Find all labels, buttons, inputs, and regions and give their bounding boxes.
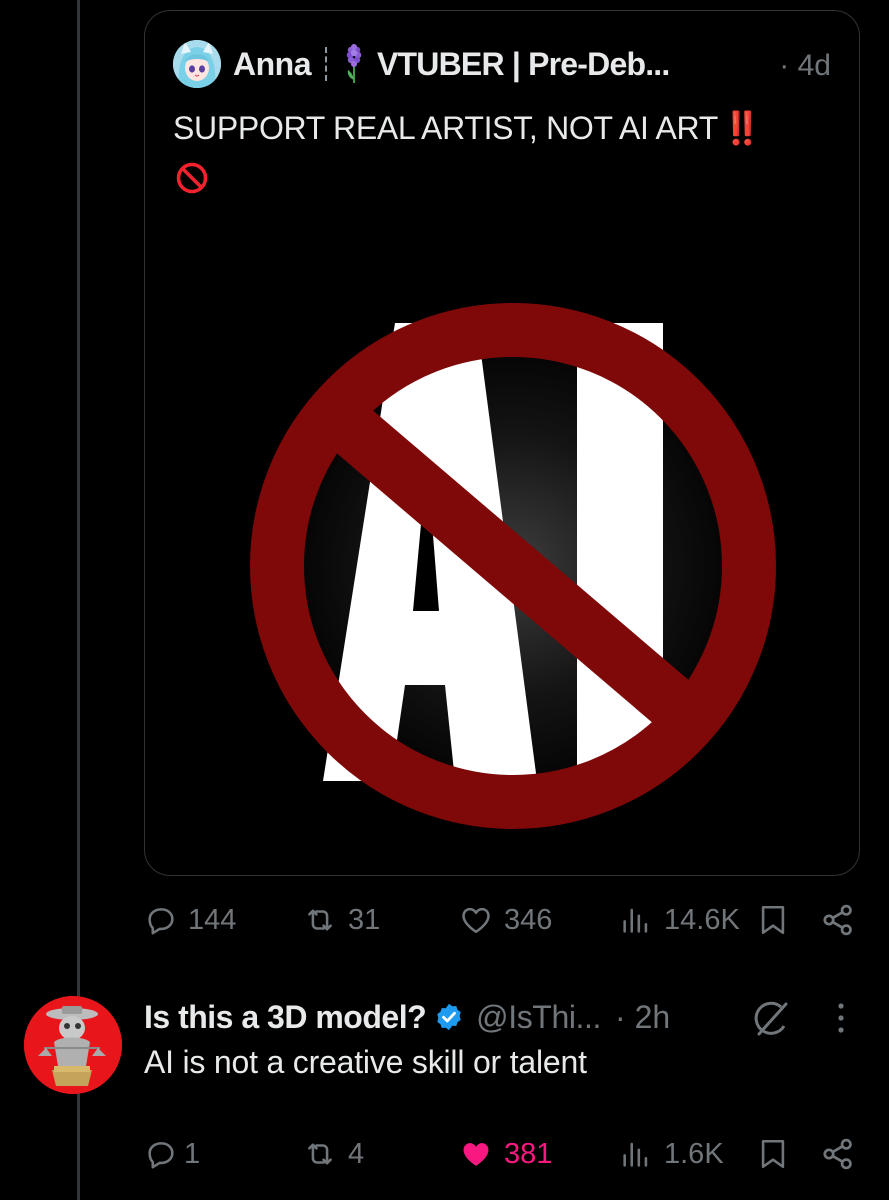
- share-icon: [823, 1138, 852, 1170]
- reply-author-name[interactable]: Is this a 3D model?: [144, 999, 427, 1036]
- repost-icon: [308, 1143, 332, 1165]
- reply-post-header: Is this a 3D model? @IsThi... · 2h: [144, 994, 670, 1040]
- repost-count: 31: [348, 903, 381, 936]
- reply-icon: [148, 908, 174, 935]
- reply-count: 144: [188, 903, 237, 936]
- bookmark-button[interactable]: [758, 1126, 788, 1182]
- quoted-post-card[interactable]: Anna VTUBER | Pre-Deb... · 4d SUPPORT RE…: [144, 10, 860, 876]
- views-icon: [623, 1142, 648, 1167]
- quoted-post-header: Anna VTUBER | Pre-Deb...: [173, 39, 670, 89]
- reply-author-handle[interactable]: @IsThi...: [476, 999, 601, 1036]
- quoted-post-actions: 144 31 346 14.6K: [0, 892, 889, 948]
- like-button[interactable]: 346: [458, 892, 552, 948]
- bookmark-icon: [761, 1139, 785, 1169]
- like-icon: [462, 907, 490, 934]
- quoted-author-display-name[interactable]: VTUBER | Pre-Deb...: [377, 46, 670, 83]
- quoted-post-time[interactable]: · 4d: [779, 49, 831, 83]
- views-icon: [623, 908, 648, 933]
- quoted-author-name[interactable]: Anna: [233, 46, 312, 83]
- repost-count: 4: [348, 1137, 365, 1170]
- share-button[interactable]: [820, 1126, 856, 1182]
- reply-button[interactable]: 144: [144, 892, 236, 948]
- share-button[interactable]: [820, 892, 856, 948]
- reply-author-avatar[interactable]: [24, 996, 122, 1094]
- views-count: 1.6K: [664, 1137, 724, 1170]
- views-button[interactable]: 1.6K: [618, 1126, 724, 1182]
- bookmark-button[interactable]: [758, 892, 788, 948]
- like-icon: [463, 1143, 489, 1166]
- repost-icon: [308, 909, 332, 931]
- views-count: 14.6K: [664, 903, 740, 936]
- quoted-author-avatar[interactable]: [173, 40, 221, 88]
- bookmark-icon: [761, 905, 785, 935]
- reply-count: 1: [184, 1137, 201, 1170]
- quoted-post-text-body: SUPPORT REAL ARTIST, NOT AI ART: [173, 110, 718, 146]
- like-count: 346: [504, 903, 553, 936]
- views-button[interactable]: 14.6K: [618, 892, 740, 948]
- name-separator: [325, 47, 327, 81]
- prohibited-emoji-icon: [176, 162, 208, 194]
- reply-post-time[interactable]: · 2h: [615, 999, 670, 1036]
- verified-badge-icon: [437, 1003, 461, 1031]
- hyacinth-emoji-icon: [346, 44, 362, 83]
- reply-button[interactable]: 1: [144, 1126, 200, 1182]
- repost-button[interactable]: 31: [302, 892, 380, 948]
- repost-button[interactable]: 4: [302, 1126, 364, 1182]
- more-icon[interactable]: [826, 998, 856, 1038]
- like-count: 381: [504, 1137, 553, 1170]
- double-exclamation-emoji: ‼️: [721, 110, 762, 146]
- reply-post-text: AI is not a creative skill or talent: [144, 1044, 587, 1080]
- share-icon: [823, 904, 852, 936]
- reply-post-actions: 1 4 381 1.6K: [0, 1126, 889, 1182]
- like-button-active[interactable]: 381: [458, 1126, 552, 1182]
- quoted-post-text: SUPPORT REAL ARTIST, NOT AI ART ‼️: [173, 109, 762, 147]
- reply-icon: [148, 1142, 174, 1169]
- grok-icon[interactable]: [750, 998, 792, 1040]
- quoted-post-image[interactable]: [187, 241, 827, 861]
